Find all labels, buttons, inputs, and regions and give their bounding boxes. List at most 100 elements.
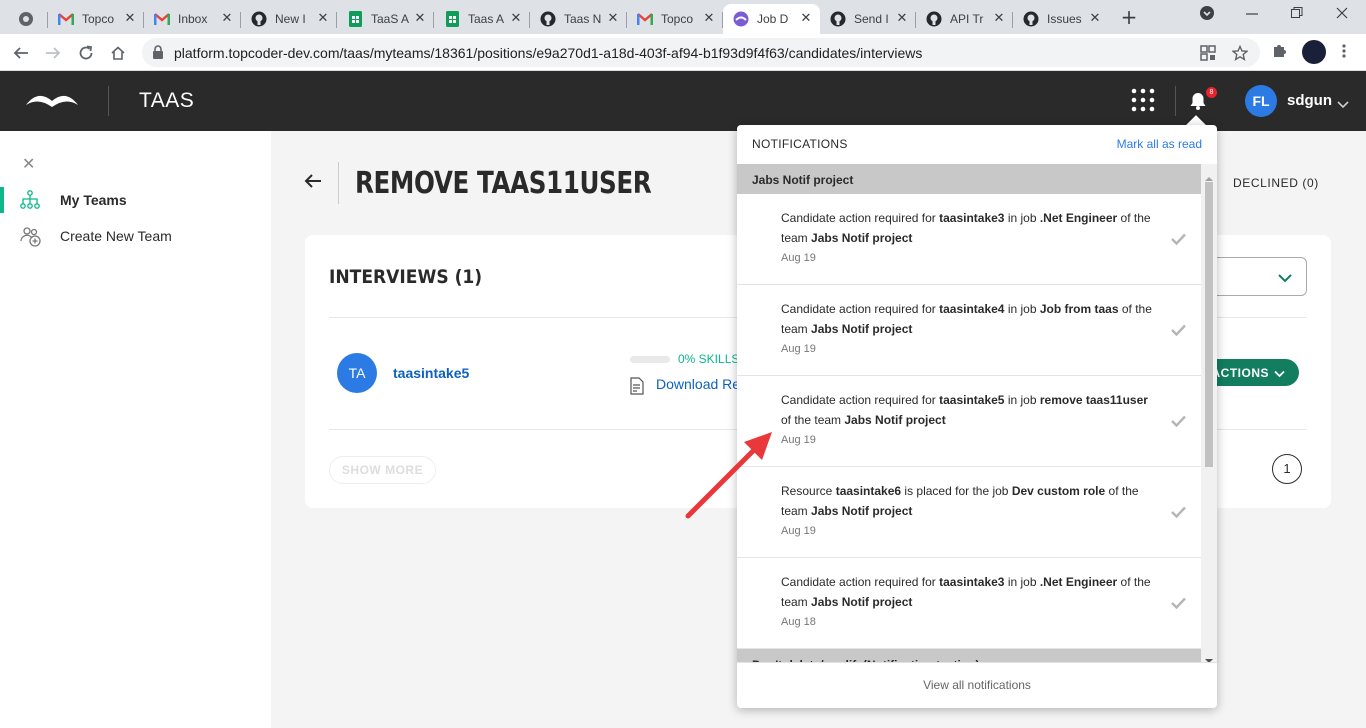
close-tab-icon[interactable]: ✕	[412, 11, 428, 27]
actions-label: ACTIONS	[1211, 366, 1269, 380]
notifications-list[interactable]: Jabs Notif project Candidate action requ…	[737, 164, 1217, 662]
mark-read-check-icon[interactable]	[1171, 505, 1186, 523]
tab-6[interactable]: Taas N ✕	[530, 4, 627, 34]
tab-title: Issues	[1047, 12, 1082, 26]
header-divider	[108, 86, 109, 116]
close-tab-icon[interactable]: ✕	[508, 11, 524, 27]
tab-title: TaaS A	[371, 12, 410, 26]
user-name[interactable]: sdgun	[1287, 92, 1332, 109]
close-tab-icon[interactable]: ✕	[315, 11, 331, 27]
mark-read-check-icon[interactable]	[1171, 414, 1186, 432]
app-title[interactable]: TAAS	[139, 89, 194, 113]
header-divider	[1175, 86, 1176, 116]
mark-read-check-icon[interactable]	[1171, 232, 1186, 250]
reload-icon[interactable]	[75, 42, 97, 64]
tab-3[interactable]: New I ✕	[241, 4, 337, 34]
github-icon	[251, 11, 267, 27]
show-more-button[interactable]: SHOW MORE	[329, 456, 436, 484]
tab-2[interactable]: Inbox ✕	[144, 4, 241, 34]
tab-4[interactable]: TaaS A ✕	[337, 4, 434, 34]
close-tab-icon[interactable]: ✕	[894, 11, 910, 27]
sheets-icon	[347, 11, 363, 27]
apps-grid-icon[interactable]	[1131, 88, 1155, 117]
minimize-icon[interactable]	[1246, 6, 1258, 24]
close-tab-icon[interactable]: ✕	[219, 11, 235, 27]
sidebar-item-my-teams[interactable]: My Teams	[0, 186, 271, 214]
mark-read-check-icon[interactable]	[1171, 596, 1186, 614]
close-sidebar-icon[interactable]: ✕	[22, 154, 35, 173]
qr-code-icon[interactable]	[1200, 45, 1216, 66]
close-tab-icon[interactable]: ✕	[798, 11, 814, 27]
tab-chrome[interactable]	[8, 4, 48, 34]
notification-group-header: Don't delete/modify(Notification testing…	[737, 649, 1201, 662]
topcoder-logo-icon[interactable]	[24, 91, 80, 114]
address-bar[interactable]: platform.topcoder-dev.com/taas/myteams/1…	[142, 38, 1260, 67]
new-tab-button[interactable]: +	[1118, 7, 1140, 29]
tab-5[interactable]: Taas A ✕	[434, 4, 530, 34]
tab-declined[interactable]: DECLINED (0)	[1233, 176, 1319, 190]
notification-message: Candidate action required for taasintake…	[781, 393, 1148, 427]
notification-date: Aug 19	[781, 343, 816, 355]
notification-date: Aug 19	[781, 434, 816, 446]
tab-1[interactable]: Topco ✕	[48, 4, 144, 34]
close-tab-icon[interactable]: ✕	[991, 11, 1007, 27]
forward-icon[interactable]	[42, 42, 64, 64]
close-tab-icon[interactable]: ✕	[1087, 11, 1103, 27]
tab-title: Send I	[854, 12, 889, 26]
mark-all-read-link[interactable]: Mark all as read	[1117, 137, 1202, 151]
profile-avatar[interactable]	[1302, 40, 1326, 64]
tab-9[interactable]: Send I ✕	[820, 4, 916, 34]
chevron-down-icon[interactable]	[1337, 96, 1349, 114]
notification-item[interactable]: Candidate action required for taasintake…	[737, 194, 1201, 285]
bookmark-star-icon[interactable]	[1231, 44, 1249, 66]
notification-item[interactable]: Candidate action required for taasintake…	[737, 376, 1201, 467]
download-resume-link[interactable]: Download Re	[656, 376, 740, 392]
browser-tab-strip: Topco ✕ Inbox ✕ New I ✕ TaaS A ✕ Taas A …	[0, 0, 1366, 34]
tab-title: Taas A	[468, 12, 505, 26]
scroll-down-arrow-icon[interactable]	[1205, 651, 1213, 662]
scrollbar-thumb[interactable]	[1205, 182, 1213, 467]
notification-message: Candidate action required for taasintake…	[781, 211, 1151, 245]
view-all-notifications-link[interactable]: View all notifications	[737, 662, 1217, 708]
gmail-icon	[58, 11, 74, 27]
pagination-page[interactable]: 1	[1272, 454, 1302, 484]
candidate-name-link[interactable]: taasintake5	[393, 365, 469, 381]
mark-read-check-icon[interactable]	[1171, 323, 1186, 341]
browser-toolbar: platform.topcoder-dev.com/taas/myteams/1…	[0, 34, 1366, 71]
sidebar-item-label: Create New Team	[60, 228, 172, 244]
back-icon[interactable]	[10, 42, 32, 64]
notification-item[interactable]: Resource taasintake6 is placed for the j…	[737, 467, 1201, 558]
close-tab-icon[interactable]: ✕	[605, 11, 621, 27]
tab-search-icon[interactable]	[1200, 6, 1214, 24]
tab-10[interactable]: API Tr ✕	[916, 4, 1013, 34]
close-tab-icon[interactable]: ✕	[701, 11, 717, 27]
notification-item[interactable]: Candidate action required for taasintake…	[737, 558, 1201, 649]
notification-item[interactable]: Candidate action required for taasintake…	[737, 285, 1201, 376]
chevron-down-icon	[1274, 367, 1285, 381]
github-icon	[926, 11, 942, 27]
scrollbar[interactable]	[1201, 164, 1217, 662]
home-icon[interactable]	[107, 42, 129, 64]
team-hierarchy-icon	[20, 190, 40, 215]
sidebar-item-create-new-team[interactable]: Create New Team	[0, 222, 271, 250]
document-icon	[629, 377, 645, 400]
notification-date: Aug 19	[781, 525, 816, 537]
extensions-puzzle-icon[interactable]	[1271, 43, 1287, 64]
app-header: TAAS 8 FL sdgun	[0, 71, 1366, 131]
notification-bell-icon[interactable]	[1188, 91, 1208, 116]
back-arrow-icon[interactable]	[304, 172, 322, 195]
github-icon	[1023, 11, 1039, 27]
user-avatar[interactable]: FL	[1245, 85, 1277, 117]
tab-active[interactable]: Job D ✕	[723, 4, 820, 34]
notification-date: Aug 18	[781, 616, 816, 628]
tab-7[interactable]: Topco ✕	[627, 4, 723, 34]
tab-11[interactable]: Issues ✕	[1013, 4, 1109, 34]
tab-title: Taas N	[564, 12, 602, 26]
active-indicator	[0, 187, 4, 213]
restore-icon[interactable]	[1291, 6, 1303, 24]
chrome-icon	[18, 11, 34, 27]
close-window-icon[interactable]	[1336, 6, 1348, 24]
annotation-arrow-icon	[685, 432, 772, 519]
close-tab-icon[interactable]: ✕	[122, 11, 138, 27]
more-menu-icon[interactable]	[1342, 43, 1346, 64]
